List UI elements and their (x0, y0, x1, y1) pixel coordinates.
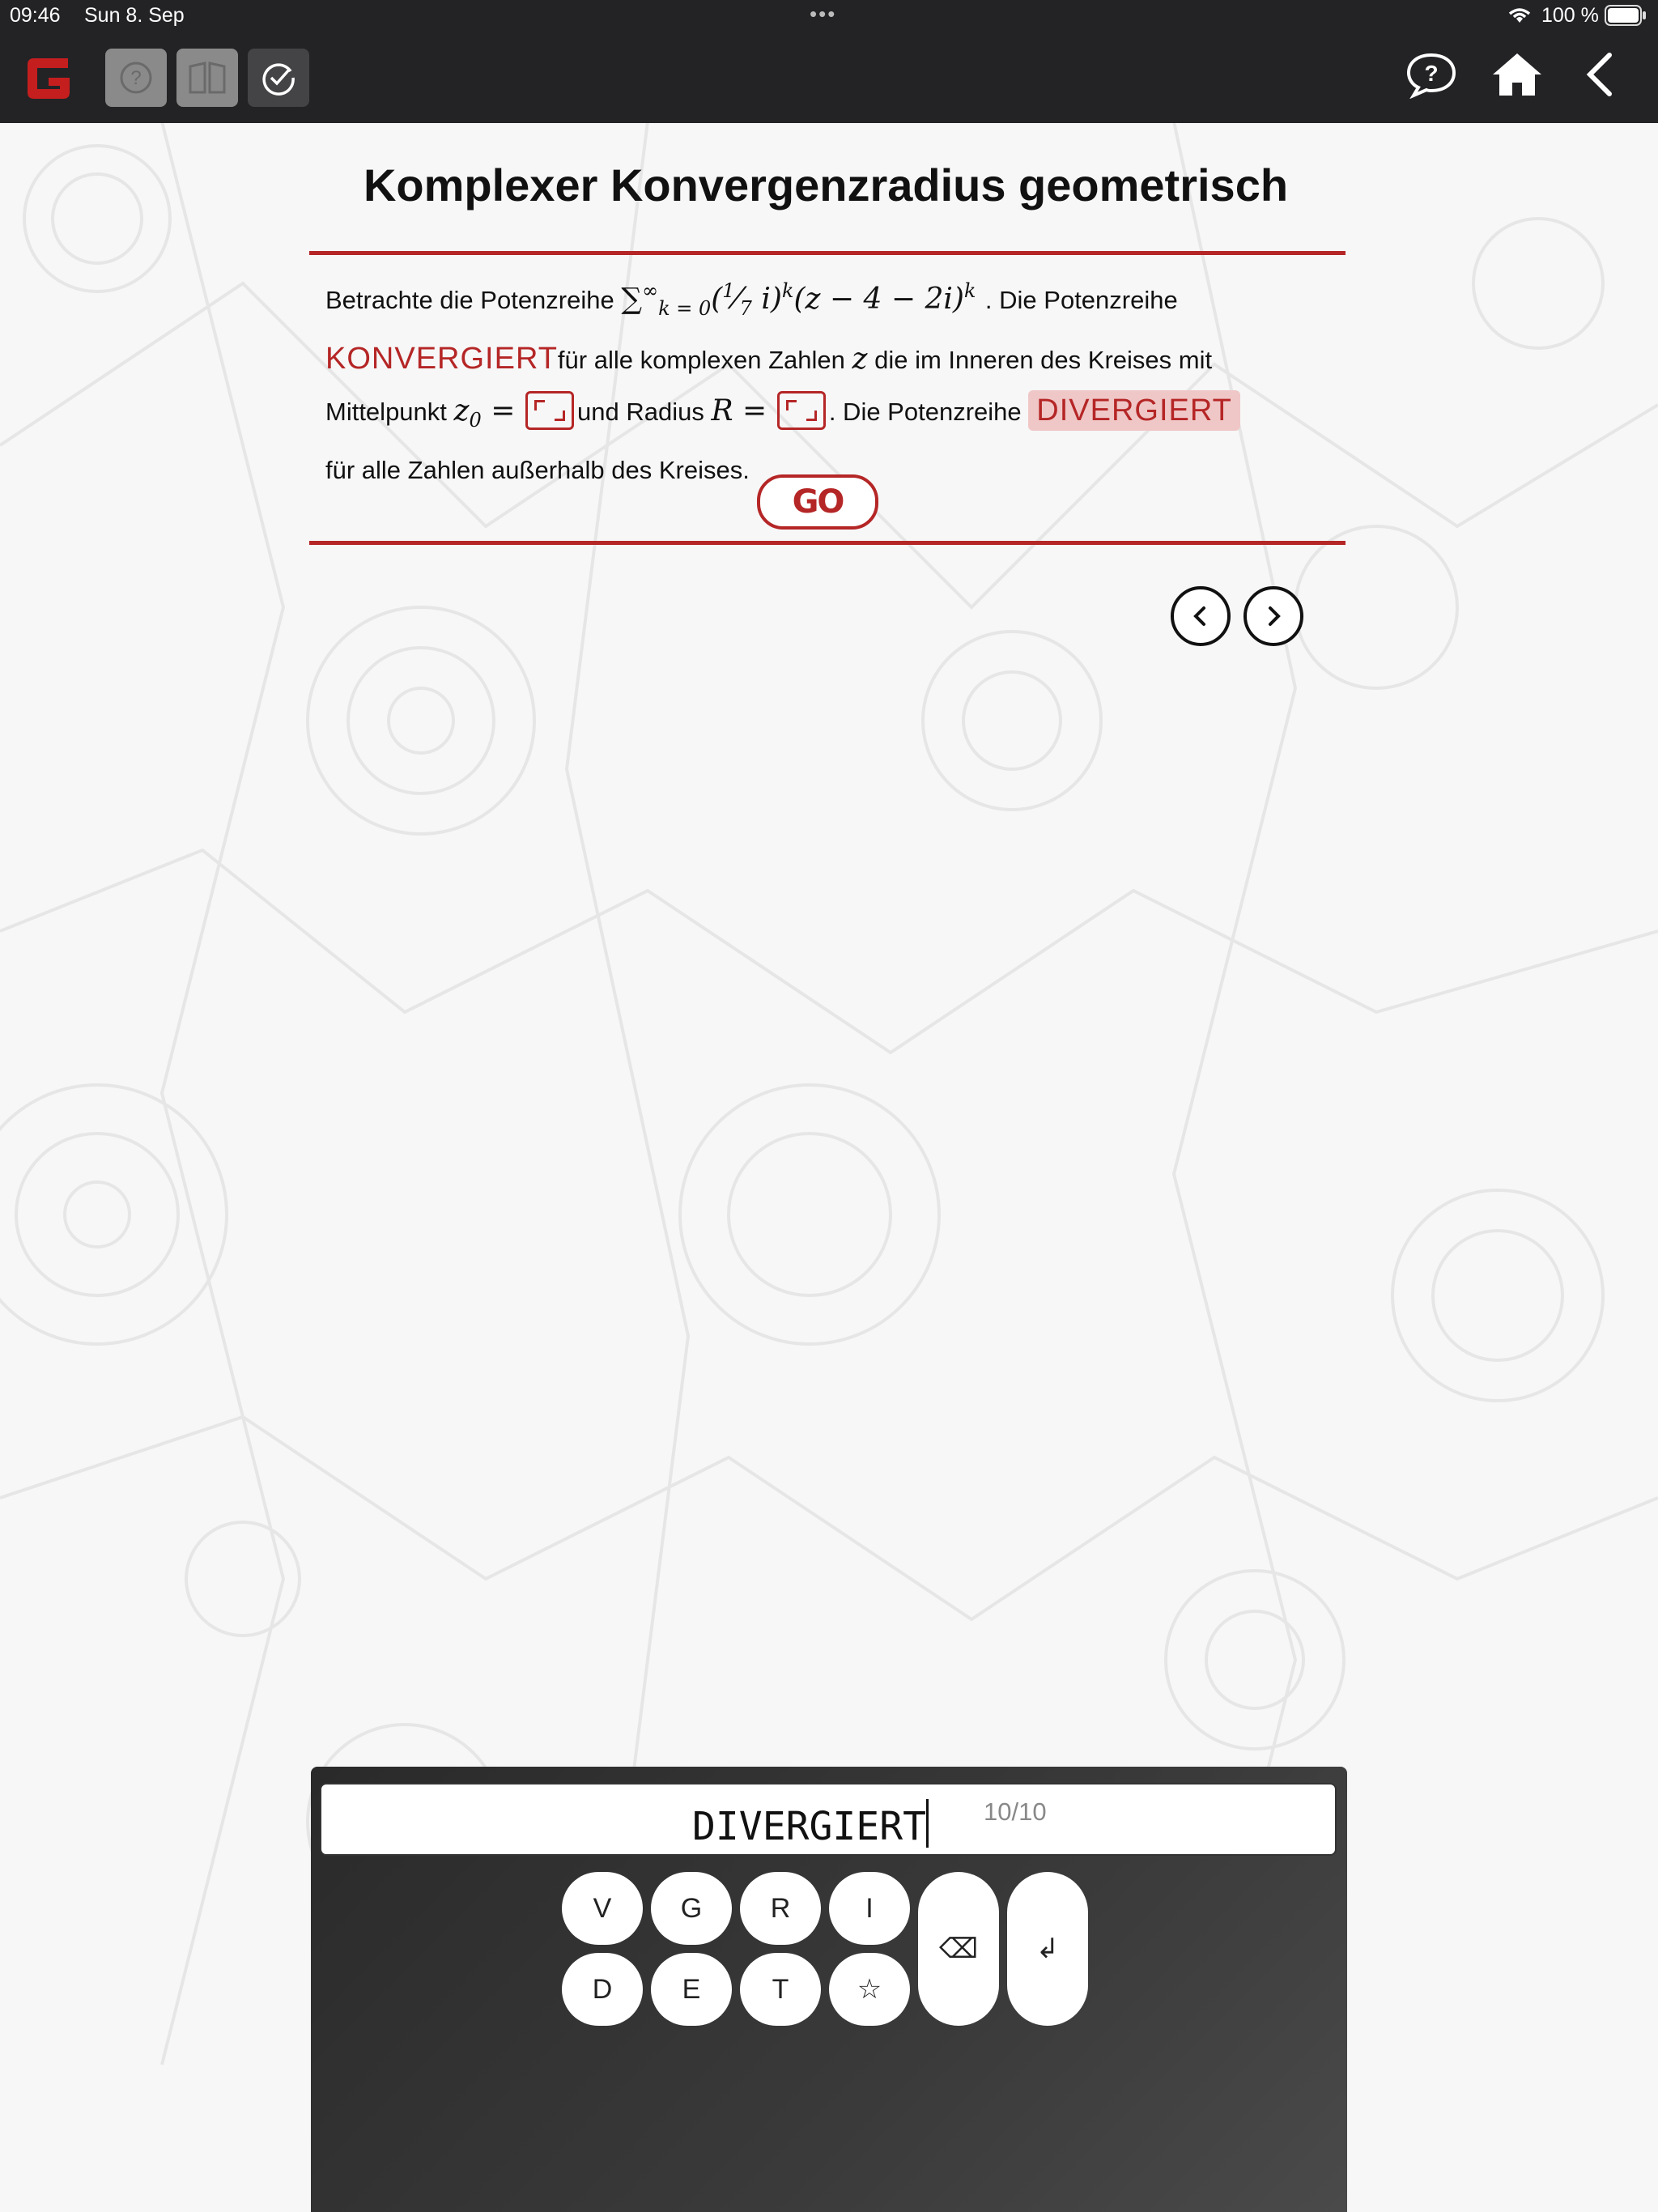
question-text: Betrachte die Potenzreihe ∑∞k = 0(1⁄7 i)… (325, 266, 1337, 496)
book-icon (189, 62, 226, 94)
key-i[interactable]: I (829, 1872, 910, 1945)
backspace-key[interactable]: ⌫ (918, 1872, 999, 2026)
center-input-field[interactable] (525, 390, 575, 430)
page-title: Komplexer Konvergenzradius geometrisch (363, 160, 1289, 211)
key-t[interactable]: T (740, 1953, 821, 2026)
top-divider (309, 251, 1346, 255)
key-star[interactable]: ☆ (829, 1953, 910, 2026)
previous-button[interactable] (1171, 586, 1231, 646)
go-button[interactable]: GO (757, 474, 878, 530)
svg-text:?: ? (130, 67, 141, 89)
battery-percentage: 100 % (1541, 4, 1599, 27)
enter-key[interactable]: ↲ (1007, 1872, 1088, 2026)
answer-keyboard: DIVERGIERT 10/10 V G R I D E T ☆ ⌫ ↲ (311, 1767, 1347, 2212)
power-series-formula: ∑∞k = 0(1⁄7 i)k(z − 4 − 2i)k (621, 279, 976, 320)
converge-answer[interactable]: KONVERGIERT (325, 342, 558, 376)
key-g[interactable]: G (651, 1872, 732, 1945)
status-time: 09:46 (10, 4, 61, 27)
svg-text:?: ? (1424, 61, 1438, 86)
key-r[interactable]: R (740, 1872, 821, 1945)
chat-help-icon[interactable]: ? (1405, 50, 1457, 103)
check-circle-icon (262, 63, 295, 96)
answer-input[interactable]: DIVERGIERT 10/10 (320, 1783, 1337, 1856)
diverge-answer[interactable]: DIVERGIERT (1028, 390, 1240, 431)
chevron-left-icon (1193, 606, 1205, 626)
home-icon[interactable] (1491, 50, 1543, 103)
center-formula: z0 = (453, 394, 516, 432)
book-button[interactable] (176, 49, 238, 107)
status-bar: 09:46 Sun 8. Sep ••• 100 % (0, 0, 1658, 32)
status-date: Sun 8. Sep (84, 4, 185, 27)
text-caret (925, 1799, 929, 1848)
app-toolbar: ? ? (0, 32, 1658, 123)
radius-input-field[interactable] (776, 390, 826, 430)
app-logo-icon[interactable] (23, 50, 74, 109)
wifi-icon (1507, 6, 1532, 30)
help-circle-icon: ? (120, 62, 152, 94)
character-counter: 10/10 (984, 1797, 1047, 1826)
check-button[interactable] (248, 49, 309, 107)
bottom-divider (309, 541, 1346, 545)
multitasking-dots[interactable]: ••• (810, 2, 836, 27)
key-e[interactable]: E (651, 1953, 732, 2026)
chevron-right-icon (1269, 606, 1281, 626)
backspace-icon: ⌫ (938, 1933, 979, 1964)
enter-icon: ↲ (1035, 1933, 1060, 1964)
key-d[interactable]: D (562, 1953, 643, 2026)
next-button[interactable] (1244, 586, 1303, 646)
battery-icon (1605, 5, 1647, 32)
answer-value: DIVERGIERT (692, 1804, 926, 1849)
key-v[interactable]: V (562, 1872, 643, 1945)
help-button[interactable]: ? (105, 49, 167, 107)
back-chevron-icon[interactable] (1582, 50, 1618, 103)
